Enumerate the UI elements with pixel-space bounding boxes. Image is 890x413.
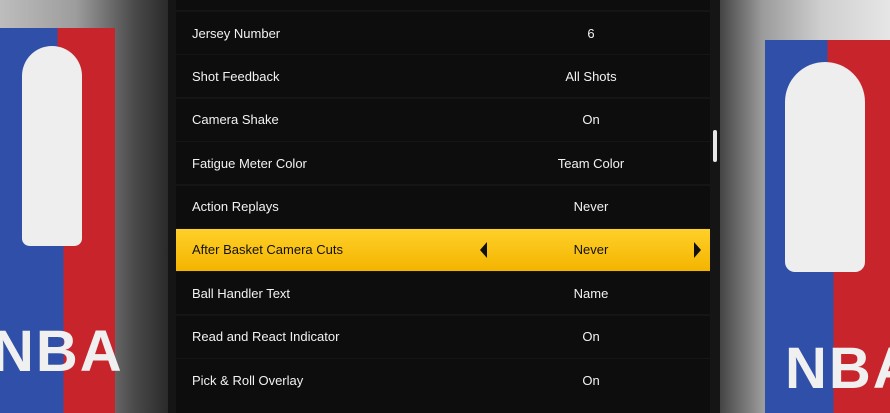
- setting-row-ball-handler-text[interactable]: Ball Handler Text Name: [176, 272, 710, 315]
- chevron-left-icon[interactable]: [480, 241, 487, 258]
- scrollbar[interactable]: [713, 130, 717, 162]
- setting-row-fatigue-meter-color[interactable]: Fatigue Meter Color Team Color: [176, 142, 710, 185]
- setting-label: After Basket Camera Cuts: [192, 242, 343, 258]
- setting-label: Ball Handler Text: [192, 285, 291, 301]
- setting-label: Fatigue Meter Color: [192, 155, 307, 171]
- chevron-right-icon[interactable]: [694, 241, 701, 258]
- setting-label: Jersey Number: [192, 25, 281, 41]
- settings-row-partial-top: [176, 0, 710, 10]
- setting-label: Read and React Indicator: [192, 329, 340, 345]
- setting-value: On: [582, 372, 600, 388]
- nba-logo-left: NBA: [0, 28, 122, 413]
- setting-row-read-and-react-indicator[interactable]: Read and React Indicator On: [176, 315, 710, 358]
- setting-value: On: [582, 112, 600, 128]
- setting-value: All Shots: [565, 68, 617, 84]
- setting-row-after-basket-camera-cuts[interactable]: After Basket Camera Cuts Never: [176, 228, 710, 271]
- setting-row-jersey-number[interactable]: Jersey Number 6: [176, 12, 710, 54]
- setting-label: Camera Shake: [192, 112, 279, 128]
- nba-logo-text-left: NBA: [0, 319, 124, 384]
- setting-value: On: [582, 329, 600, 345]
- setting-value: Team Color: [557, 155, 625, 171]
- setting-label: Action Replays: [192, 199, 279, 215]
- setting-value: 6: [587, 25, 595, 41]
- setting-value: Never: [573, 242, 609, 258]
- setting-row-pick-and-roll-overlay[interactable]: Pick & Roll Overlay On: [176, 359, 710, 402]
- left-background: NBA: [0, 0, 168, 413]
- nba-logo-right: NBA: [765, 40, 890, 413]
- nba-logo-text-right: NBA: [785, 336, 890, 401]
- setting-label: Shot Feedback: [192, 68, 280, 84]
- setting-row-camera-shake[interactable]: Camera Shake On: [176, 98, 710, 141]
- setting-value: Name: [573, 285, 609, 301]
- settings-row-partial-bottom: [176, 401, 710, 413]
- setting-row-shot-feedback[interactable]: Shot Feedback All Shots: [176, 55, 710, 98]
- setting-label: Pick & Roll Overlay: [192, 372, 304, 388]
- setting-value: Never: [573, 199, 609, 215]
- setting-row-action-replays[interactable]: Action Replays Never: [176, 185, 710, 228]
- right-background: NBA: [720, 0, 890, 413]
- settings-list: Jersey Number 6 Shot Feedback All Shots …: [176, 12, 710, 403]
